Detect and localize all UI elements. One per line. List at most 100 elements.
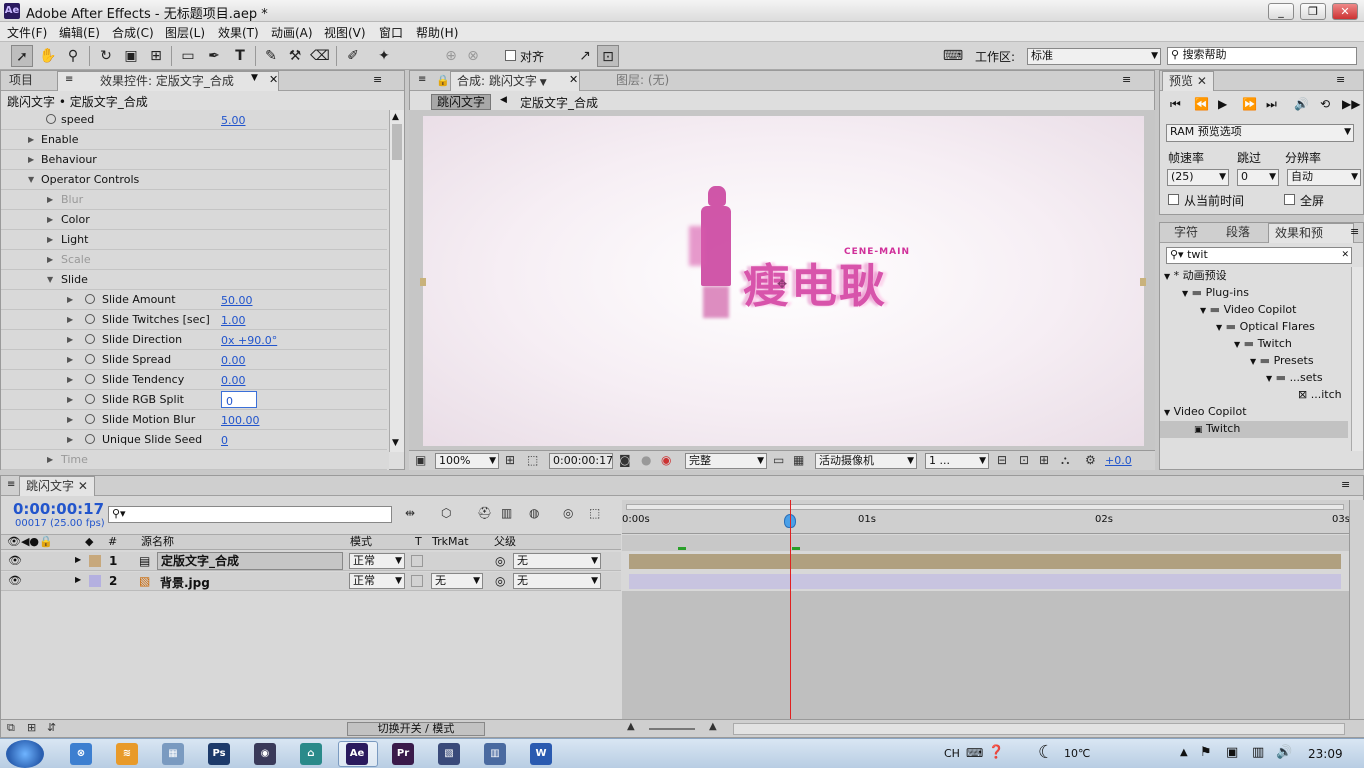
breadcrumb-next[interactable]: 定版文字_合成 bbox=[520, 94, 598, 111]
effects-search-input[interactable]: ⚲▾ twit ✕ bbox=[1166, 247, 1352, 264]
timeline-search-input[interactable]: ⚲▾ bbox=[108, 506, 392, 523]
preserve-transparency-checkbox[interactable] bbox=[411, 575, 423, 587]
media-player-icon[interactable]: ◉ bbox=[254, 743, 276, 765]
tab-composition[interactable]: 合成: 跳闪文字 ▼ bbox=[450, 71, 580, 91]
tab-project[interactable]: 项目 bbox=[3, 71, 39, 91]
show-hidden-icons-icon[interactable]: ▲ bbox=[1180, 747, 1188, 758]
effect-layer-dropdown-icon[interactable]: ▼ bbox=[251, 73, 258, 83]
resolution-select[interactable]: 完整 ▼ bbox=[685, 453, 767, 469]
stopwatch-icon[interactable] bbox=[85, 394, 95, 404]
fit-icon[interactable]: ⊞ bbox=[505, 453, 515, 467]
brush-tool-icon[interactable]: ✎ bbox=[260, 45, 282, 67]
work-area-bar[interactable] bbox=[626, 504, 1344, 510]
eye-icon[interactable]: 👁 bbox=[8, 574, 22, 587]
device-icon[interactable]: ▣ bbox=[1226, 745, 1238, 760]
zoom-in-icon[interactable]: ▲ bbox=[709, 721, 717, 732]
tab-layer[interactable]: 图层: (无) bbox=[586, 71, 716, 91]
previous-frame-icon[interactable]: ⏪ bbox=[1194, 97, 1209, 111]
panel-menu-icon[interactable]: ≡ bbox=[7, 479, 15, 490]
puppet-pin-tool-icon[interactable]: ✦ bbox=[373, 45, 395, 67]
start-button-icon[interactable] bbox=[6, 740, 44, 768]
time-ruler[interactable]: 0:00s 01s 02s 03s bbox=[622, 500, 1350, 534]
property-group-row[interactable]: ▼ Operator Controls bbox=[1, 170, 387, 190]
channel-icon[interactable]: ◉ bbox=[661, 453, 671, 467]
layer-switches-icon[interactable]: ⧉ bbox=[7, 721, 15, 735]
tree-item[interactable]: ▼ ▬ Twitch bbox=[1234, 336, 1292, 353]
snap-grid-icon[interactable]: ⊡ bbox=[597, 45, 619, 67]
panel-menu-icon[interactable]: ≡ bbox=[65, 74, 73, 85]
timeline-timecode[interactable]: 0:00:00:17 bbox=[13, 500, 104, 518]
stopwatch-icon[interactable] bbox=[85, 414, 95, 424]
eraser-tool-icon[interactable]: ⌫ bbox=[309, 45, 331, 67]
hide-shy-icon[interactable]: ⛑ bbox=[477, 506, 492, 520]
after-effects-taskbar-icon[interactable]: Ae bbox=[346, 743, 368, 765]
flowchart-icon[interactable]: ⛬ bbox=[1061, 453, 1069, 468]
brainstorm-icon[interactable]: ⬚ bbox=[589, 506, 600, 520]
pickwhip-icon[interactable]: ◎ bbox=[495, 554, 505, 568]
menu-help[interactable]: 帮助(H) bbox=[416, 24, 458, 41]
home-app-icon[interactable]: ⌂ bbox=[300, 743, 322, 765]
stopwatch-icon[interactable] bbox=[85, 334, 95, 344]
property-group-row[interactable]: ▶ Behaviour bbox=[1, 150, 387, 170]
skip-select[interactable]: 0 ▼ bbox=[1237, 169, 1279, 186]
help-icon[interactable]: ❓ bbox=[988, 745, 1004, 760]
stopwatch-icon[interactable] bbox=[85, 294, 95, 304]
camera-tool-icon[interactable]: ▣ bbox=[120, 45, 142, 67]
tree-item[interactable]: ⊠ ...itch bbox=[1298, 387, 1342, 403]
zoom-slider[interactable] bbox=[649, 728, 695, 730]
pan-behind-tool-icon[interactable]: ⊞ bbox=[145, 45, 167, 67]
layer-1-duration-bar[interactable] bbox=[629, 554, 1341, 569]
tree-item[interactable]: ▼ Video Copilot bbox=[1164, 404, 1247, 421]
current-time-field[interactable]: 0:00:00:17 bbox=[549, 453, 613, 469]
region-of-interest-icon[interactable]: ▭ bbox=[773, 453, 784, 467]
search-help-input[interactable]: ⚲ 搜索帮助 bbox=[1167, 47, 1357, 65]
label-color-swatch[interactable] bbox=[89, 555, 101, 567]
menu-composition[interactable]: 合成(C) bbox=[112, 24, 154, 41]
property-row[interactable]: ▶ Slide Amount 50.00 bbox=[1, 290, 387, 310]
panel-options-icon[interactable]: ≡ bbox=[1350, 225, 1359, 238]
tree-item-selected[interactable]: ▣ Twitch bbox=[1160, 421, 1348, 438]
toggle-switches-modes-button[interactable]: 切换开关 / 模式 bbox=[347, 722, 485, 736]
effects-scrollbar[interactable] bbox=[1351, 267, 1363, 451]
composition-mini-flowchart-icon[interactable]: ⇹ bbox=[405, 506, 415, 520]
camera-select[interactable]: 活动摄像机 ▼ bbox=[815, 453, 917, 469]
play-icon[interactable]: ▶ bbox=[1218, 97, 1227, 111]
fullscreen-checkbox[interactable] bbox=[1284, 194, 1295, 205]
tree-item[interactable]: ▼ ▬ Optical Flares bbox=[1216, 319, 1315, 336]
stopwatch-icon[interactable] bbox=[85, 434, 95, 444]
property-row[interactable]: ▶ Slide Twitches [sec] 1.00 bbox=[1, 310, 387, 330]
tree-item[interactable]: ▼ * 动画预设 bbox=[1164, 268, 1352, 285]
graph-editor-icon[interactable]: ◎ bbox=[563, 506, 573, 520]
lock-icon[interactable]: 🔒 bbox=[436, 74, 450, 87]
property-row[interactable]: ▶ Slide Tendency 0.00 bbox=[1, 370, 387, 390]
panel-options-icon[interactable]: ≡ bbox=[1122, 73, 1131, 86]
rectangle-tool-icon[interactable]: ▭ bbox=[177, 45, 199, 67]
fps-select[interactable]: (25) ▼ bbox=[1167, 169, 1229, 186]
property-group-row[interactable]: ▶ Enable bbox=[1, 130, 387, 150]
next-frame-icon[interactable]: ⏩ bbox=[1242, 97, 1257, 111]
close-window-button[interactable]: ✕ bbox=[1332, 3, 1358, 20]
draft-3d-icon[interactable]: ⬡ bbox=[441, 506, 451, 520]
property-row[interactable]: ▶ Slide Motion Blur 100.00 bbox=[1, 410, 387, 430]
property-group-row[interactable]: ▶ Scale bbox=[1, 250, 387, 270]
view-layout-select[interactable]: 1 ... ▼ bbox=[925, 453, 989, 469]
property-group-row[interactable]: ▼ Slide bbox=[1, 270, 387, 290]
close-tab-icon[interactable]: ✕ bbox=[269, 73, 278, 86]
transfer-controls-icon[interactable]: ⊞ bbox=[27, 721, 36, 734]
rgb-split-edit-field[interactable]: 0 bbox=[221, 391, 257, 408]
flag-icon[interactable]: ⚑ bbox=[1200, 745, 1212, 760]
stopwatch-icon[interactable] bbox=[85, 374, 95, 384]
zoom-out-icon[interactable]: ▲ bbox=[627, 721, 635, 732]
audio-icon[interactable]: 🔊 bbox=[1294, 97, 1309, 111]
pickwhip-icon[interactable]: ◎ bbox=[495, 574, 505, 588]
first-frame-icon[interactable]: ⏮ bbox=[1170, 97, 1181, 112]
breadcrumb-active[interactable]: 跳闪文字 bbox=[431, 94, 492, 110]
align-checkbox[interactable] bbox=[505, 50, 516, 61]
clock[interactable]: 23:09 bbox=[1308, 747, 1343, 761]
effect-scrollbar[interactable]: ▲ ▼ bbox=[389, 110, 404, 452]
tab-paragraph[interactable]: 段落 bbox=[1220, 223, 1256, 243]
layer-mode-select[interactable]: 正常 ▼ bbox=[349, 573, 405, 589]
timeline-scrollbar[interactable] bbox=[1349, 500, 1364, 719]
workspace-select[interactable]: 标准 ▼ bbox=[1027, 48, 1161, 65]
tree-item[interactable]: ▼ ▬ Presets bbox=[1250, 353, 1314, 370]
